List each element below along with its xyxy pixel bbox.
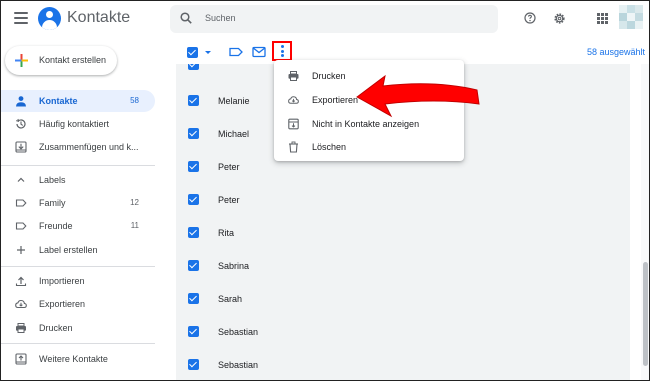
contact-name: Peter [218,195,240,205]
row-checkbox[interactable] [188,359,199,370]
row-checkbox[interactable] [188,227,199,238]
print-icon [16,323,26,333]
row-checkbox[interactable] [188,64,199,70]
sidebar-item-label: Zusammenfügen und k... [39,142,139,152]
person-icon [16,96,26,107]
apps-grid-icon[interactable] [597,13,608,24]
sidebar-item-label: Importieren [39,276,85,286]
app-header: Kontakte Suchen [0,0,650,38]
label-icon [15,199,27,207]
mail-icon[interactable] [252,46,266,58]
multicolor-plus-icon [15,54,28,67]
label-icon[interactable] [229,46,243,58]
menu-item-label: Drucken [312,71,346,81]
select-dropdown-caret-icon[interactable] [205,51,211,54]
avatar[interactable] [619,5,643,29]
create-contact-label: Kontakt erstellen [39,55,107,65]
table-row[interactable]: Sebastian [176,315,630,348]
row-checkbox[interactable] [188,95,199,106]
archive-icon [288,118,299,130]
row-checkbox[interactable] [188,161,199,172]
history-icon [16,118,26,129]
table-row[interactable]: Sebastian [176,348,630,381]
sidebar-divider [0,343,155,344]
sidebar-divider [0,165,155,166]
menu-item-delete[interactable]: Löschen [274,135,464,159]
select-all-checkbox[interactable] [187,47,198,58]
menu-item-label: Nicht in Kontakte anzeigen [312,119,420,129]
sidebar-item-merge[interactable]: Zusammenfügen und k... [0,136,155,158]
sidebar-item-label: Exportieren [39,299,86,309]
trash-icon [289,141,298,153]
print-icon [288,71,299,81]
row-checkbox[interactable] [188,194,199,205]
help-icon[interactable] [524,12,536,24]
sidebar-item-label: Freunde [39,221,73,231]
scrollbar-thumb[interactable] [643,262,648,366]
table-row[interactable]: Sabrina [176,249,630,282]
gear-icon[interactable] [553,12,566,25]
selection-count: 58 ausgewählt [586,47,645,57]
sidebar-item-print[interactable]: Drucken [0,317,155,339]
sidebar-item-count: 11 [130,221,139,230]
label-icon [15,222,27,230]
sidebar-item-label: Family [39,198,66,208]
row-checkbox[interactable] [188,260,199,271]
search-placeholder: Suchen [205,13,236,23]
plus-icon [17,246,25,254]
contact-name: Michael [218,129,250,139]
menu-item-label: Löschen [312,142,347,152]
chevron-up-icon [17,177,25,182]
menu-item-label: Exportieren [312,95,359,105]
row-checkbox[interactable] [188,128,199,139]
app-title: Kontakte [67,9,131,26]
sidebar-item-count: 58 [130,96,139,105]
red-arrow-annotation [356,74,480,118]
contact-name: Rita [218,228,235,238]
sidebar-item-label: Weitere Kontakte [39,354,108,364]
sidebar-item-label: Drucken [39,323,73,333]
create-contact-button[interactable]: Kontakt erstellen [5,46,117,75]
search-input[interactable]: Suchen [170,5,498,33]
other-contacts-icon [15,353,27,365]
table-row[interactable]: Rita [176,216,630,249]
sidebar-item-freunde[interactable]: Freunde 11 [0,215,155,237]
row-checkbox[interactable] [188,326,199,337]
sidebar-item-frequent[interactable]: Häufig kontaktiert [0,113,155,135]
upload-icon [15,276,27,287]
main-menu-icon[interactable] [14,12,28,24]
sidebar-item-other-contacts[interactable]: Weitere Kontakte [0,348,155,370]
more-vert-icon [281,45,284,57]
sidebar-item-label: Label erstellen [39,245,98,255]
sidebar-item-label: Häufig kontaktiert [39,119,110,129]
contact-name: Sarah [218,294,243,304]
sidebar-labels-toggle[interactable]: Labels [0,169,155,191]
sidebar-item-contacts[interactable]: Kontakte 58 [0,90,155,112]
sidebar-item-import[interactable]: Importieren [0,270,155,292]
sidebar-item-export[interactable]: Exportieren [0,293,155,315]
sidebar-item-count: 12 [130,198,139,207]
contact-name: Peter [218,162,240,172]
cloud-download-icon [15,299,27,309]
contact-name: Sebastian [218,360,259,370]
sidebar-item-create-label[interactable]: Label erstellen [0,239,155,261]
sidebar-item-family[interactable]: Family 12 [0,192,155,214]
search-icon[interactable] [180,12,192,24]
table-row[interactable]: Sarah [176,282,630,315]
row-checkbox[interactable] [188,293,199,304]
sidebar-section-label: Labels [39,175,66,185]
more-actions-button[interactable] [272,41,292,61]
merge-icon [15,141,27,153]
sidebar-item-label: Kontakte [39,96,78,106]
sidebar: Kontakt erstellen Kontakte 58 Häufig kon… [0,38,165,381]
cloud-download-icon [288,96,299,104]
contact-name: Sebastian [218,327,259,337]
contact-name: Sabrina [218,261,250,271]
table-row[interactable]: Peter [176,183,630,216]
contacts-logo-icon [38,7,61,30]
sidebar-divider [0,266,155,267]
contact-name: Melanie [218,96,250,106]
